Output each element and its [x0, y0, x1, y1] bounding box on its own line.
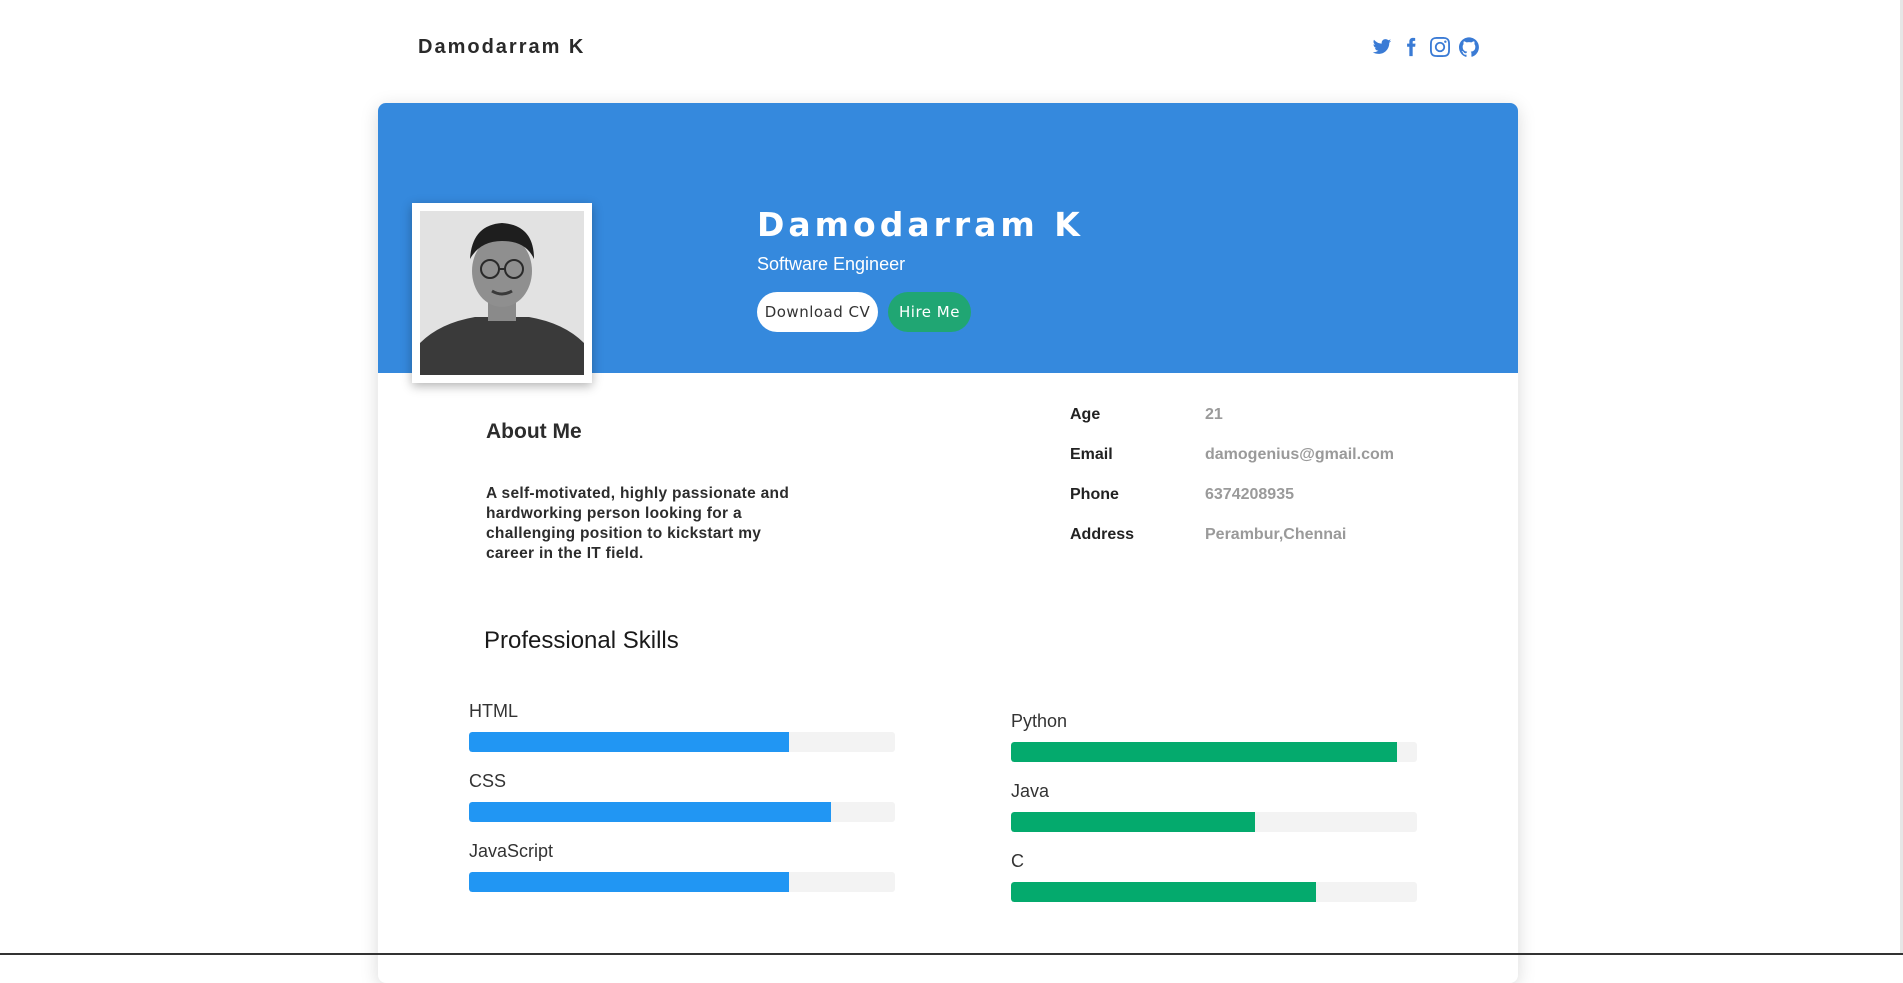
- skill-label: HTML: [469, 701, 518, 721]
- info-key: Address: [1070, 526, 1135, 543]
- info-value: 21: [1205, 406, 1223, 423]
- skill-bar-track: [1011, 742, 1417, 762]
- top-navbar: Damodarram K: [0, 0, 1903, 100]
- info-row-address: Address Perambur,Chennai: [1070, 526, 1450, 550]
- info-value: 6374208935: [1205, 486, 1294, 503]
- about-text: A self-motivated, highly passionate and …: [486, 485, 790, 562]
- profile-photo: [420, 211, 584, 375]
- skill-label: Python: [1011, 711, 1068, 731]
- profile-title: Software Engineer: [757, 254, 906, 274]
- profile-name: Damodarram K: [757, 205, 1084, 244]
- info-key: Phone: [1070, 486, 1119, 503]
- instagram-icon[interactable]: [1430, 37, 1450, 57]
- hire-me-button[interactable]: Hire Me: [888, 292, 971, 332]
- skill-bar-fill: [469, 872, 789, 892]
- info-key: Age: [1070, 406, 1101, 423]
- profile-photo-frame: [412, 203, 592, 383]
- info-value[interactable]: damogenius@gmail.com: [1205, 446, 1394, 464]
- info-row-email: Email damogenius@gmail.com: [1070, 446, 1450, 470]
- profile-card: Damodarram K Software Engineer Download …: [378, 103, 1518, 983]
- skill-bar-fill: [469, 732, 789, 752]
- skills-heading: Professional Skills: [484, 627, 679, 654]
- brand-name[interactable]: Damodarram K: [418, 36, 585, 59]
- skill-bar-track: [469, 802, 895, 822]
- info-row-phone: Phone 6374208935: [1070, 486, 1450, 510]
- skill-label: Java: [1011, 781, 1050, 801]
- skill-bar-fill: [1011, 882, 1316, 902]
- twitter-icon[interactable]: [1372, 37, 1392, 57]
- skill-bar-fill: [1011, 742, 1397, 762]
- skill-bar-track: [469, 732, 895, 752]
- download-cv-button[interactable]: Download CV: [757, 292, 878, 332]
- skill-label: C: [1011, 851, 1024, 871]
- info-key: Email: [1070, 446, 1113, 463]
- info-value: Perambur,Chennai: [1205, 526, 1347, 543]
- skill-label: CSS: [469, 771, 507, 791]
- info-row-age: Age 21: [1070, 406, 1450, 430]
- facebook-icon[interactable]: [1401, 37, 1421, 57]
- about-heading: About Me: [486, 420, 582, 443]
- social-links: [1372, 37, 1479, 57]
- skill-bar-track: [1011, 812, 1417, 832]
- skill-bar-track: [1011, 882, 1417, 902]
- skill-bar-fill: [469, 802, 832, 822]
- skill-bar-track: [469, 872, 895, 892]
- github-icon[interactable]: [1459, 37, 1479, 57]
- skill-label: JavaScript: [469, 841, 554, 861]
- skill-bar-fill: [1011, 812, 1255, 832]
